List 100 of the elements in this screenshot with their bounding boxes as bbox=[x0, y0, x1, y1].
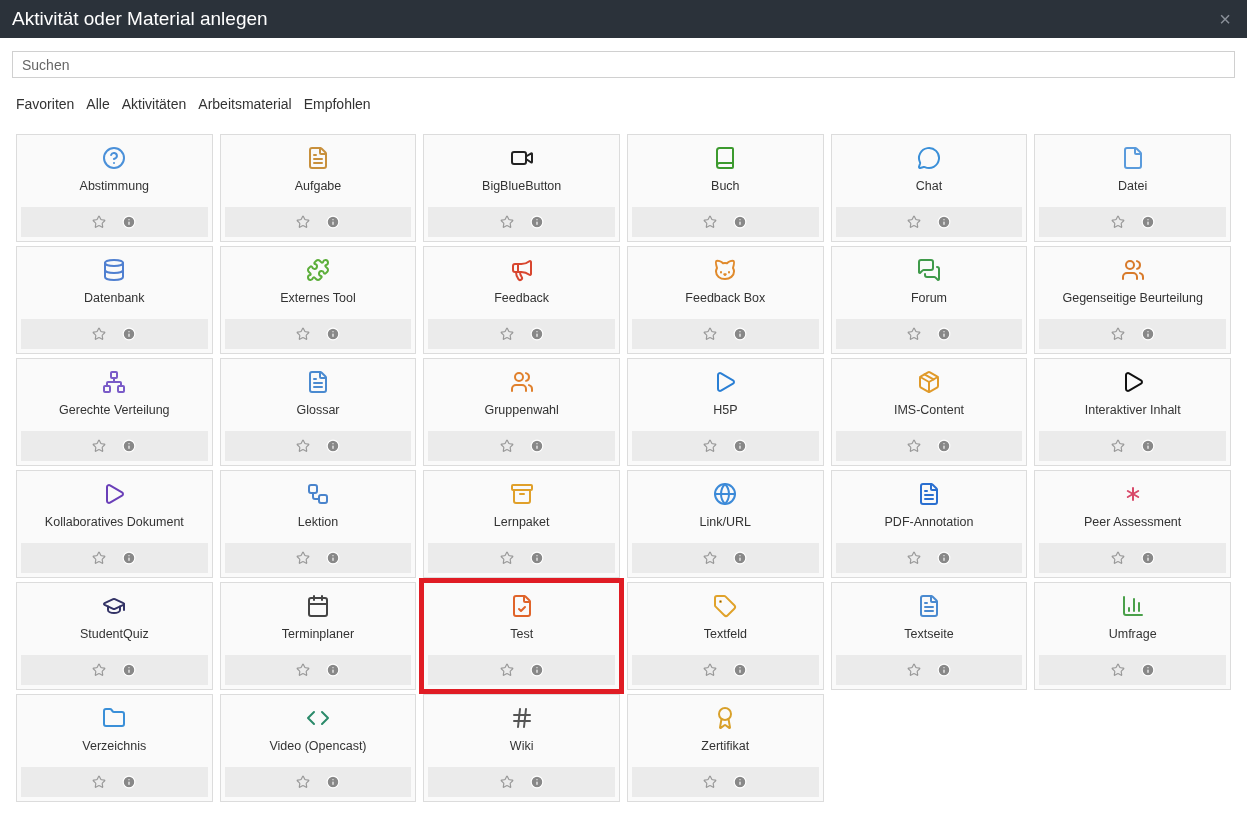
star-button[interactable] bbox=[703, 663, 718, 677]
star-button[interactable] bbox=[907, 215, 921, 229]
activity-card[interactable]: Wiki bbox=[423, 694, 620, 802]
info-button[interactable] bbox=[529, 439, 544, 453]
activity-card[interactable]: Gruppenwahl bbox=[423, 358, 620, 466]
info-button[interactable] bbox=[529, 327, 544, 341]
close-button[interactable]: × bbox=[1215, 9, 1235, 29]
info-button[interactable] bbox=[529, 215, 544, 229]
activity-card[interactable]: PDF-Annotation bbox=[830, 470, 1028, 578]
star-button[interactable] bbox=[1110, 215, 1125, 229]
info-button[interactable] bbox=[733, 215, 748, 229]
star-button[interactable] bbox=[703, 439, 718, 453]
star-button[interactable] bbox=[296, 327, 310, 341]
star-button[interactable] bbox=[1110, 327, 1125, 341]
activity-card[interactable]: Buch bbox=[627, 134, 824, 242]
info-button[interactable] bbox=[122, 215, 137, 229]
star-button[interactable] bbox=[907, 439, 921, 453]
star-button[interactable] bbox=[499, 215, 514, 229]
star-button[interactable] bbox=[92, 327, 107, 341]
info-button[interactable] bbox=[733, 439, 748, 453]
activity-card[interactable]: Datei bbox=[1034, 134, 1231, 242]
info-button[interactable] bbox=[326, 439, 340, 453]
info-button[interactable] bbox=[529, 551, 544, 565]
info-button[interactable] bbox=[1140, 551, 1155, 565]
search-field[interactable]: Suchen bbox=[12, 51, 1235, 78]
info-button[interactable] bbox=[937, 215, 951, 229]
star-button[interactable] bbox=[907, 551, 921, 565]
info-button[interactable] bbox=[1140, 663, 1155, 677]
activity-card[interactable]: Datenbank bbox=[16, 246, 213, 354]
star-button[interactable] bbox=[907, 663, 921, 677]
activity-card[interactable]: IMS-Content bbox=[830, 358, 1028, 466]
info-button[interactable] bbox=[733, 551, 748, 565]
star-button[interactable] bbox=[296, 215, 310, 229]
activity-card[interactable]: Feedback bbox=[423, 246, 620, 354]
activity-card[interactable]: Link/URL bbox=[627, 470, 824, 578]
info-button[interactable] bbox=[733, 775, 748, 789]
activity-card[interactable]: Verzeichnis bbox=[16, 694, 213, 802]
filter-tab[interactable]: Favoriten bbox=[12, 93, 79, 115]
info-button[interactable] bbox=[1140, 327, 1155, 341]
info-button[interactable] bbox=[326, 327, 340, 341]
star-button[interactable] bbox=[296, 439, 310, 453]
filter-tab[interactable]: Alle bbox=[82, 93, 114, 115]
activity-card[interactable]: Forum bbox=[830, 246, 1028, 354]
star-button[interactable] bbox=[703, 327, 718, 341]
info-button[interactable] bbox=[122, 551, 137, 565]
star-button[interactable] bbox=[703, 215, 718, 229]
info-button[interactable] bbox=[326, 215, 340, 229]
activity-card[interactable]: BigBlueButton bbox=[423, 134, 620, 242]
activity-card[interactable]: Peer Assessment bbox=[1034, 470, 1231, 578]
info-button[interactable] bbox=[122, 775, 137, 789]
info-button[interactable] bbox=[122, 327, 137, 341]
info-button[interactable] bbox=[326, 775, 340, 789]
star-button[interactable] bbox=[703, 775, 718, 789]
activity-card[interactable]: Textfeld bbox=[627, 582, 824, 690]
activity-card[interactable]: Aufgabe bbox=[219, 134, 417, 242]
star-button[interactable] bbox=[499, 551, 514, 565]
info-button[interactable] bbox=[1140, 439, 1155, 453]
activity-card[interactable]: Lektion bbox=[219, 470, 417, 578]
star-button[interactable] bbox=[92, 775, 107, 789]
info-button[interactable] bbox=[529, 775, 544, 789]
star-button[interactable] bbox=[499, 439, 514, 453]
star-button[interactable] bbox=[92, 663, 107, 677]
star-button[interactable] bbox=[296, 663, 310, 677]
activity-card[interactable]: Gegenseitige Beurteilung bbox=[1034, 246, 1231, 354]
star-button[interactable] bbox=[1110, 663, 1125, 677]
info-button[interactable] bbox=[1140, 215, 1155, 229]
activity-card[interactable]: Chat bbox=[830, 134, 1028, 242]
star-button[interactable] bbox=[92, 439, 107, 453]
activity-card[interactable]: Gerechte Verteilung bbox=[16, 358, 213, 466]
info-button[interactable] bbox=[733, 663, 748, 677]
star-button[interactable] bbox=[92, 215, 107, 229]
info-button[interactable] bbox=[937, 439, 951, 453]
star-button[interactable] bbox=[92, 551, 107, 565]
star-button[interactable] bbox=[296, 775, 310, 789]
activity-card[interactable]: Lernpaket bbox=[423, 470, 620, 578]
star-button[interactable] bbox=[703, 551, 718, 565]
filter-tab[interactable]: Empfohlen bbox=[299, 93, 375, 115]
info-button[interactable] bbox=[122, 439, 137, 453]
activity-card[interactable]: Textseite bbox=[830, 582, 1028, 690]
activity-card[interactable]: Interaktiver Inhalt bbox=[1034, 358, 1231, 466]
star-button[interactable] bbox=[499, 775, 514, 789]
activity-card[interactable]: Video (Opencast) bbox=[219, 694, 417, 802]
activity-card[interactable]: Glossar bbox=[219, 358, 417, 466]
star-button[interactable] bbox=[1110, 551, 1125, 565]
activity-card[interactable]: Terminplaner bbox=[219, 582, 417, 690]
activity-card[interactable]: Externes Tool bbox=[219, 246, 417, 354]
filter-tab[interactable]: Aktivitäten bbox=[117, 93, 191, 115]
activity-card[interactable]: H5P bbox=[627, 358, 824, 466]
activity-card[interactable]: Umfrage bbox=[1034, 582, 1231, 690]
star-button[interactable] bbox=[499, 663, 514, 677]
filter-tab[interactable]: Arbeitsmaterial bbox=[194, 93, 296, 115]
info-button[interactable] bbox=[326, 663, 340, 677]
activity-card[interactable]: Feedback Box bbox=[627, 246, 824, 354]
info-button[interactable] bbox=[122, 663, 137, 677]
info-button[interactable] bbox=[326, 551, 340, 565]
info-button[interactable] bbox=[937, 327, 951, 341]
activity-card[interactable]: Zertifikat bbox=[627, 694, 824, 802]
activity-card[interactable]: StudentQuiz bbox=[16, 582, 213, 690]
activity-card[interactable]: Kollaboratives Dokument bbox=[16, 470, 213, 578]
info-button[interactable] bbox=[733, 327, 748, 341]
